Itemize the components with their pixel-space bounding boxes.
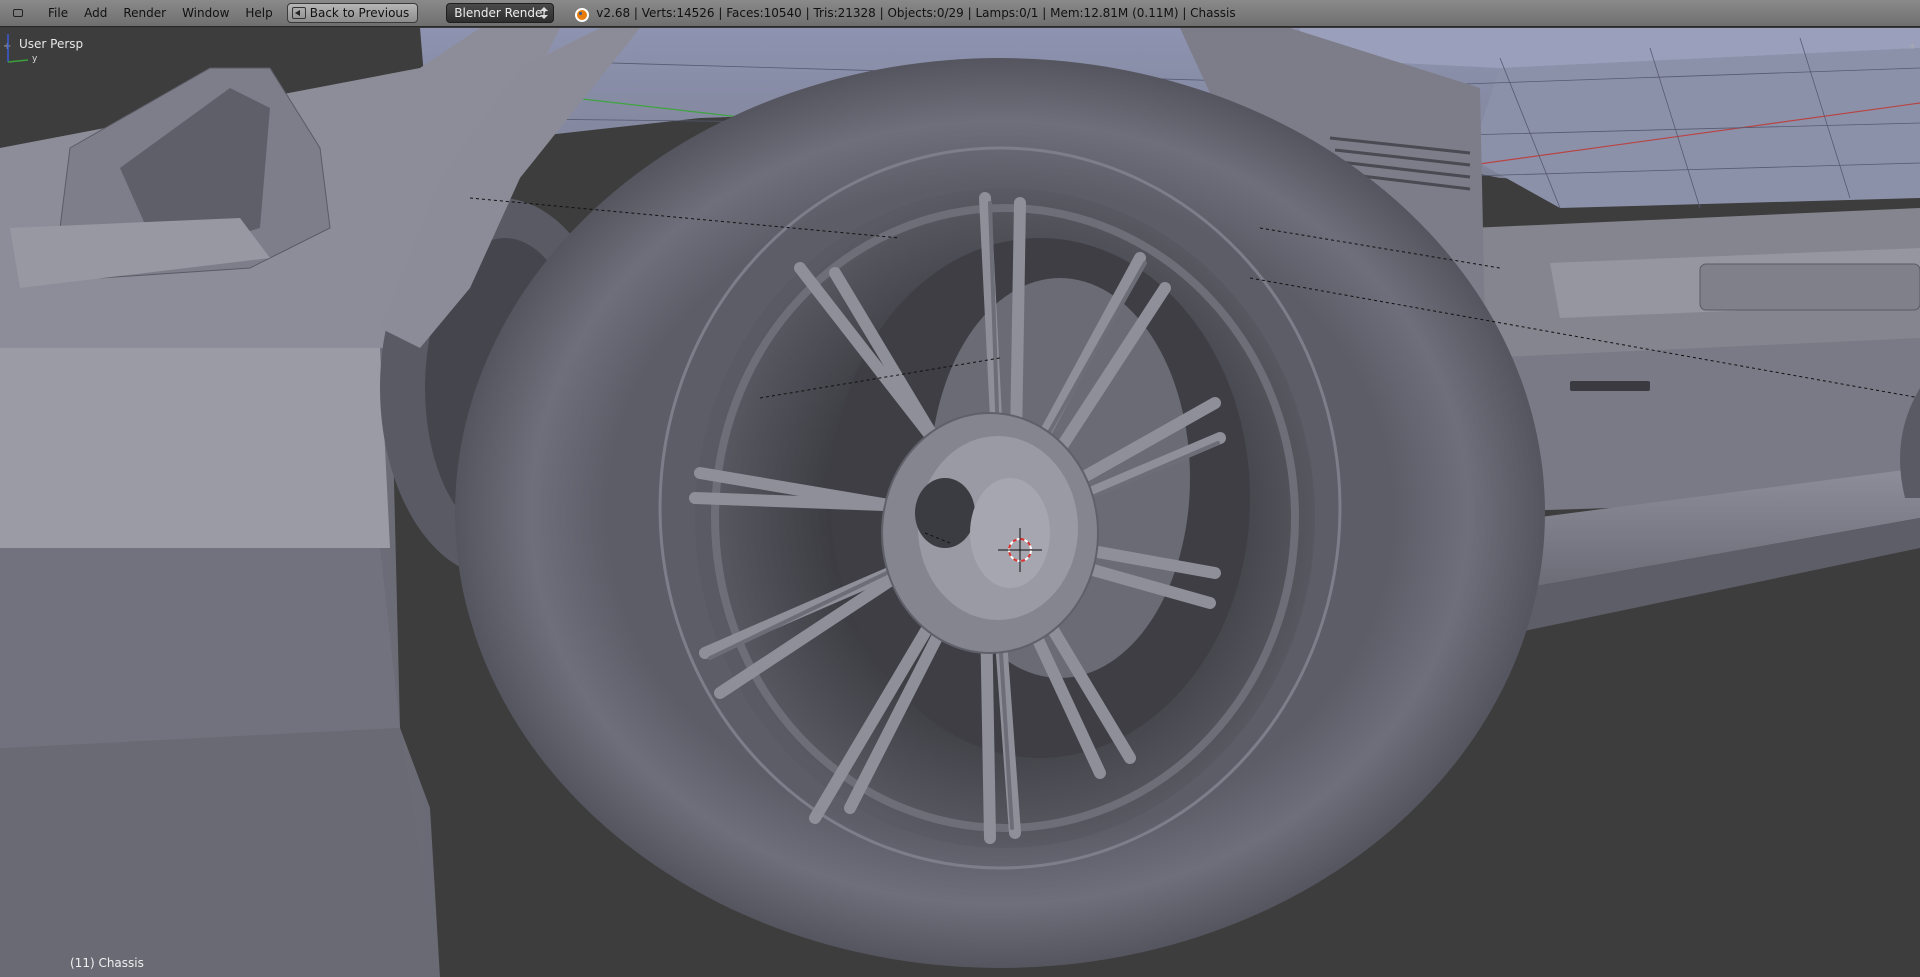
- door-handle: [1570, 381, 1650, 391]
- 3d-viewport[interactable]: User Persp + + y (11) Chassis: [0, 28, 1920, 977]
- front-side-panel: [0, 348, 390, 548]
- viewport-scene: [0, 28, 1920, 977]
- axis-y-label: y: [32, 54, 38, 64]
- menu-window[interactable]: Window: [174, 2, 237, 24]
- back-to-previous-label: Back to Previous: [309, 6, 410, 20]
- axis-orientation-icon: y: [7, 34, 38, 64]
- scene-stats: v2.68 | Verts:14526 | Faces:10540 | Tris…: [596, 6, 1236, 20]
- active-object-label: (11) Chassis: [70, 956, 144, 970]
- select-arrows-icon: [540, 7, 549, 19]
- menu-help[interactable]: Help: [237, 2, 280, 24]
- blender-logo-icon: [572, 5, 590, 22]
- menu-render[interactable]: Render: [115, 2, 174, 24]
- back-icon: [291, 7, 306, 19]
- hub-center: [970, 478, 1050, 588]
- render-engine-value: Blender Render: [454, 6, 548, 20]
- front-splitter: [0, 728, 440, 977]
- menu-file[interactable]: File: [40, 2, 76, 24]
- hub-bore: [915, 478, 975, 548]
- region-split-icon-right[interactable]: +: [1908, 42, 1918, 52]
- info-header: File Add Render Window Help Back to Prev…: [0, 0, 1920, 27]
- front-lower-panel: [0, 548, 400, 748]
- editor-type-icon[interactable]: [6, 4, 30, 22]
- rear-light-housing: [1699, 263, 1920, 311]
- menu-add[interactable]: Add: [76, 2, 115, 24]
- render-engine-select[interactable]: Blender Render: [446, 3, 555, 23]
- rear-upper-panel: [1470, 48, 1920, 208]
- back-to-previous-button[interactable]: Back to Previous: [286, 3, 419, 23]
